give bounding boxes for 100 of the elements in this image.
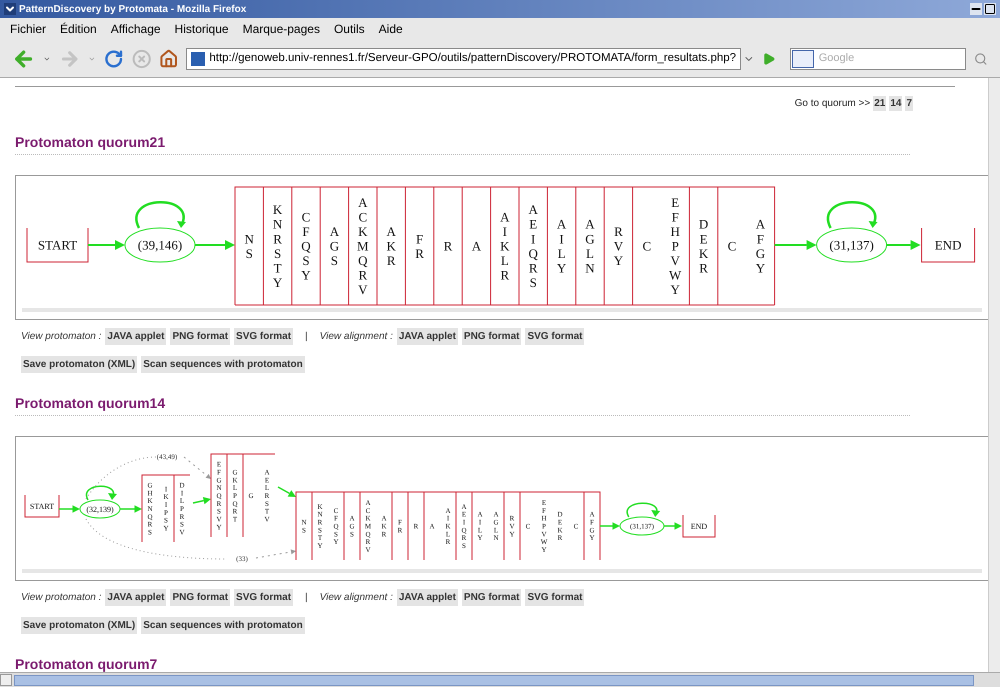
arrow	[256, 549, 296, 558]
scrollbar-thumb[interactable]	[14, 674, 974, 686]
section-heading: Protomaton quorum21	[15, 133, 166, 152]
residue-column: C	[728, 238, 736, 254]
format-button[interactable]: Save protomaton (XML)	[21, 617, 138, 634]
residue-column: ACKMQRV	[357, 194, 369, 298]
residue-column: A	[472, 238, 482, 254]
arrow	[120, 505, 142, 513]
residue-column: AGS	[330, 224, 340, 268]
state-node	[620, 516, 664, 536]
menu-item[interactable]: Marque-pages	[242, 20, 320, 38]
quorum-link[interactable]: 7	[905, 96, 913, 111]
residue-column: AEIQRS	[528, 202, 538, 290]
format-button[interactable]: Scan sequences with protomaton	[141, 356, 305, 373]
loop-arrow	[826, 201, 878, 228]
format-button[interactable]: Save protomaton (XML)	[21, 356, 138, 373]
minimize-icon[interactable]	[970, 3, 982, 15]
terminal-label: START	[30, 502, 54, 511]
format-button[interactable]: PNG format	[462, 328, 522, 345]
window-title: PatternDiscovery by Protomata - Mozilla Firefox	[19, 2, 246, 16]
dropdown-icon[interactable]	[43, 54, 52, 62]
format-button[interactable]: JAVA applet	[105, 589, 166, 606]
stop-icon[interactable]	[132, 48, 151, 68]
format-button[interactable]: Scan sequences with protomaton	[141, 617, 305, 634]
state-node	[80, 500, 120, 518]
format-button[interactable]: SVG format	[525, 328, 584, 345]
format-button[interactable]: PNG format	[170, 589, 230, 606]
menu-item[interactable]: Outils	[334, 20, 365, 38]
url-text: http://genoweb.univ-rennes1.fr/Serveur-GPO/outils/patternDiscovery/PROTOMATA/form_resultats.php?	[209, 50, 736, 66]
loop-arrow	[86, 486, 117, 500]
site-icon	[191, 52, 206, 66]
column-grid	[142, 474, 190, 542]
view-alignment-label: View alignment :	[320, 330, 393, 344]
view-protomaton-label: View protomaton :	[20, 591, 102, 605]
menu-item[interactable]: Édition	[60, 20, 97, 38]
residue-column: KNRSTY	[272, 202, 282, 290]
quorum-link[interactable]: 21	[873, 96, 886, 111]
residue-column: NS	[244, 231, 254, 261]
dotted-edge	[86, 456, 156, 500]
loop-arrow	[626, 502, 660, 518]
arrow	[774, 240, 817, 250]
residue-column: AFGY	[756, 216, 766, 276]
reload-icon[interactable]	[104, 48, 124, 68]
terminal-box	[682, 514, 716, 538]
state-label: (31,137)	[829, 238, 874, 253]
arrow	[192, 496, 211, 504]
state-label: (39,146)	[138, 238, 182, 253]
home-icon[interactable]	[158, 48, 178, 68]
section-heading: Protomaton quorum7	[15, 655, 158, 672]
horizontal-scrollbar[interactable]	[0, 672, 1000, 687]
format-button[interactable]: PNG format	[170, 328, 230, 345]
residue-column: CFQSY	[301, 209, 311, 283]
format-button[interactable]: JAVA applet	[105, 328, 166, 345]
quorum-nav-label: Go to quorum >>	[794, 97, 870, 111]
format-button[interactable]: SVG format	[234, 328, 294, 345]
format-button[interactable]: SVG format	[234, 589, 294, 606]
menu-item[interactable]: Fichier	[10, 20, 46, 38]
terminal-label: END	[690, 522, 708, 531]
residue-column: AILY	[556, 216, 566, 276]
terminal-label: END	[934, 238, 962, 253]
window-menu-icon[interactable]	[4, 3, 16, 15]
search-field[interactable]: Google	[790, 48, 966, 70]
scroll-left-icon[interactable]	[0, 674, 12, 686]
arrow	[886, 240, 921, 250]
search-icon[interactable]	[974, 52, 988, 66]
format-button[interactable]: JAVA applet	[396, 328, 458, 345]
arrow	[88, 240, 125, 250]
format-button[interactable]: JAVA applet	[396, 589, 458, 606]
menu-item[interactable]: Historique	[174, 20, 229, 38]
terminal-label: START	[38, 238, 78, 253]
residue-column: AKR	[386, 224, 396, 268]
residue-column: C	[642, 238, 652, 254]
dropdown-icon[interactable]	[88, 54, 96, 62]
menu-item[interactable]: Aide	[378, 20, 403, 38]
view-protomaton-label: View protomaton :	[20, 330, 102, 344]
arrow	[59, 505, 80, 513]
format-button[interactable]: SVG format	[525, 589, 584, 606]
maximize-icon[interactable]	[984, 3, 996, 15]
terminal-box	[26, 228, 88, 262]
quorum-link[interactable]: 14	[889, 96, 902, 111]
arrow	[195, 240, 235, 250]
view-alignment-label: View alignment :	[320, 591, 393, 605]
search-input[interactable]: Google	[814, 50, 965, 67]
menu-item[interactable]: Affichage	[110, 20, 161, 38]
loop-arrow	[135, 201, 186, 228]
arrow	[600, 522, 620, 530]
terminal-box	[921, 228, 976, 262]
search-engine-icon[interactable]	[792, 50, 814, 68]
url-field[interactable]: http://genoweb.univ-rennes1.fr/Serveur-GPO/outils/patternDiscovery/PROTOMATA/form_resultats.php?	[186, 48, 741, 70]
state-node	[124, 228, 196, 262]
residue-column: EFHPVWY	[669, 194, 682, 298]
terminal-box	[24, 494, 60, 518]
section-heading: Protomaton quorum14	[15, 394, 166, 413]
vertical-scrollbar[interactable]	[988, 78, 1000, 672]
residue-column: RVY	[614, 224, 624, 268]
residue-column: AGLN	[585, 216, 595, 276]
format-button[interactable]: PNG format	[462, 589, 522, 606]
residue-column: R	[444, 238, 452, 254]
separator-text: |	[305, 591, 308, 605]
go-icon[interactable]	[762, 52, 776, 66]
